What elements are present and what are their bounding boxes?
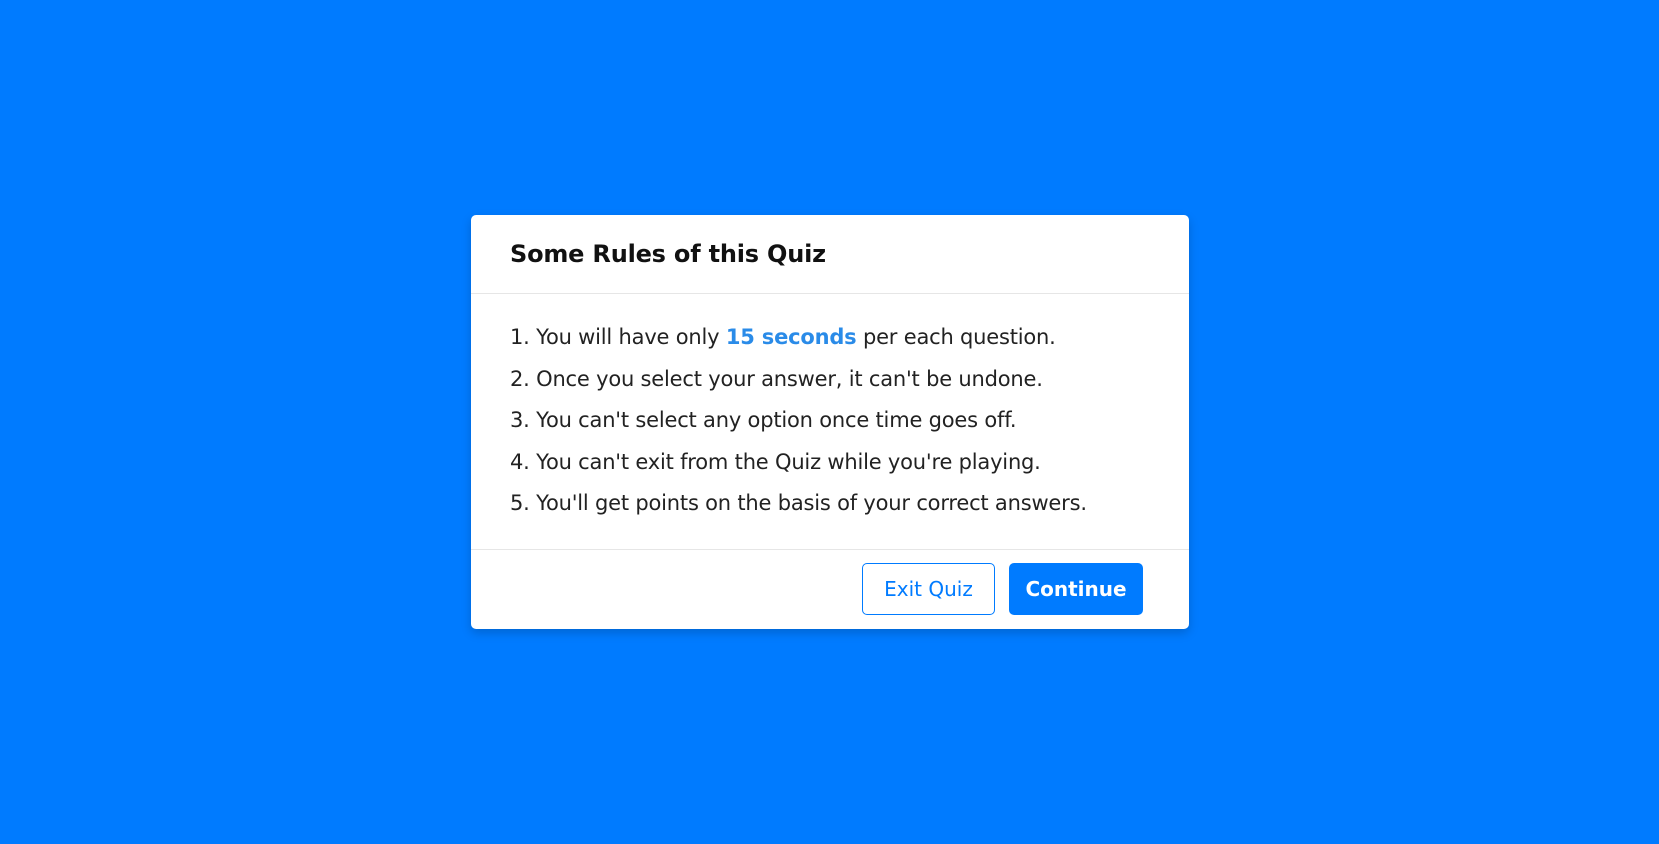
rule-item-4: 4. You can't exit from the Quiz while yo… xyxy=(510,449,1041,474)
dialog-header: Some Rules of this Quiz xyxy=(471,215,1189,294)
dialog-title: Some Rules of this Quiz xyxy=(510,240,826,268)
rules-list: 1. You will have only 15 seconds per eac… xyxy=(471,294,1189,550)
rule-item-5: 5. You'll get points on the basis of you… xyxy=(510,491,1087,515)
rule-item-2: 2. Once you select your answer, it can't… xyxy=(510,366,1043,391)
continue-button[interactable]: Continue xyxy=(1009,563,1143,615)
exit-quiz-button[interactable]: Exit Quiz xyxy=(862,563,995,615)
quiz-rules-dialog: Some Rules of this Quiz 1. You will have… xyxy=(471,215,1189,629)
dialog-footer: Exit Quiz Continue xyxy=(471,550,1189,628)
rule-1-highlight: 15 seconds xyxy=(725,325,857,349)
rule-1-prefix: 1. You will have only xyxy=(510,325,726,349)
rule-1-suffix: per each question. xyxy=(856,325,1056,349)
rule-item-3: 3. You can't select any option once time… xyxy=(510,408,1017,432)
rule-item-1: 1. You will have only 15 seconds per eac… xyxy=(510,317,1150,359)
